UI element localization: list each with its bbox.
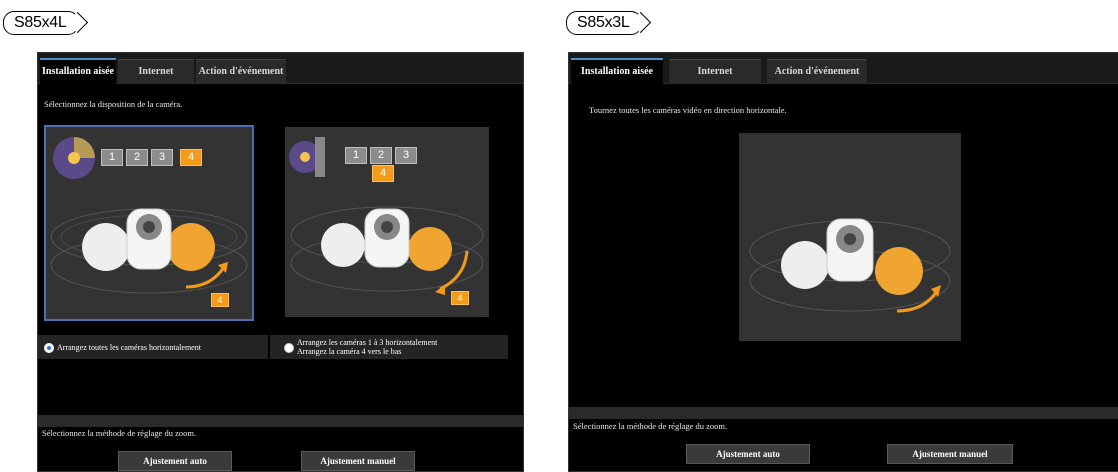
auto-adjust-button[interactable]: Ajustement auto — [686, 444, 810, 464]
zoom-method-label: Sélectionnez la méthode de réglage du zo… — [42, 428, 197, 438]
model-badge-left: S85x4L — [3, 11, 80, 35]
position-box-2: 2 — [370, 147, 392, 164]
tab-bar: Installation aisée Internet Action d'évé… — [38, 53, 523, 86]
position-box-3: 3 — [395, 147, 417, 164]
position-box-4: 4 — [180, 149, 202, 166]
position-box-2: 2 — [126, 149, 148, 166]
tab-bar: Installation aisée Internet Action d'évé… — [569, 53, 1118, 86]
position-box-1: 1 — [101, 149, 123, 166]
position-box-4: 4 — [372, 165, 394, 182]
tab-action-evenement[interactable]: Action d'événement — [767, 59, 867, 84]
radio-button-selected[interactable] — [44, 343, 54, 353]
instruction-text: Sélectionnez la disposition de la caméra… — [44, 99, 183, 109]
auto-adjust-button[interactable]: Ajustement auto — [118, 451, 232, 471]
instruction-text: Tournez toutes les caméras vidéo en dire… — [589, 105, 787, 115]
radio-button[interactable] — [284, 343, 294, 353]
tab-installation-aisee[interactable]: Installation aisée — [571, 58, 663, 86]
position-box-3: 3 — [151, 149, 173, 166]
radio-label-b-line1: Arrangez les caméras 1 à 3 horizontaleme… — [297, 338, 438, 347]
layout-option-a[interactable]: 1 2 3 4 4 — [44, 125, 254, 321]
radio-label-a: Arrangez toutes les caméras horizontalem… — [57, 343, 201, 352]
manual-adjust-button[interactable]: Ajustement manuel — [887, 444, 1013, 464]
tab-installation-aisee[interactable]: Installation aisée — [40, 58, 116, 86]
zoom-method-label: Sélectionnez la méthode de réglage du zo… — [573, 421, 728, 431]
camera-illustration — [749, 218, 951, 313]
right-panel: Installation aisée Internet Action d'évé… — [568, 52, 1118, 472]
radio-option-b[interactable]: Arrangez les caméras 1 à 3 horizontaleme… — [270, 335, 508, 359]
tab-internet[interactable]: Internet — [118, 59, 194, 84]
radio-label-b-line2: Arrangez la caméra 4 vers le bas — [297, 347, 402, 356]
position-box-1: 1 — [345, 147, 367, 164]
camera-illustration-a — [50, 137, 248, 294]
left-panel: Installation aisée Internet Action d'évé… — [37, 52, 524, 472]
arrow-badge-4: 4 — [211, 293, 229, 307]
tab-internet[interactable]: Internet — [669, 59, 761, 84]
tab-action-evenement[interactable]: Action d'événement — [196, 59, 286, 84]
manual-adjust-button[interactable]: Ajustement manuel — [301, 451, 415, 471]
section-divider — [569, 407, 1118, 419]
arrow-badge-4: 4 — [451, 291, 469, 305]
camera-illustration-panel — [739, 133, 961, 341]
model-badge-right: S85x3L — [566, 11, 643, 35]
radio-option-a[interactable]: Arrangez toutes les caméras horizontalem… — [38, 335, 268, 359]
layout-option-b[interactable]: 1 2 3 4 4 — [285, 127, 489, 317]
section-divider — [38, 415, 523, 427]
